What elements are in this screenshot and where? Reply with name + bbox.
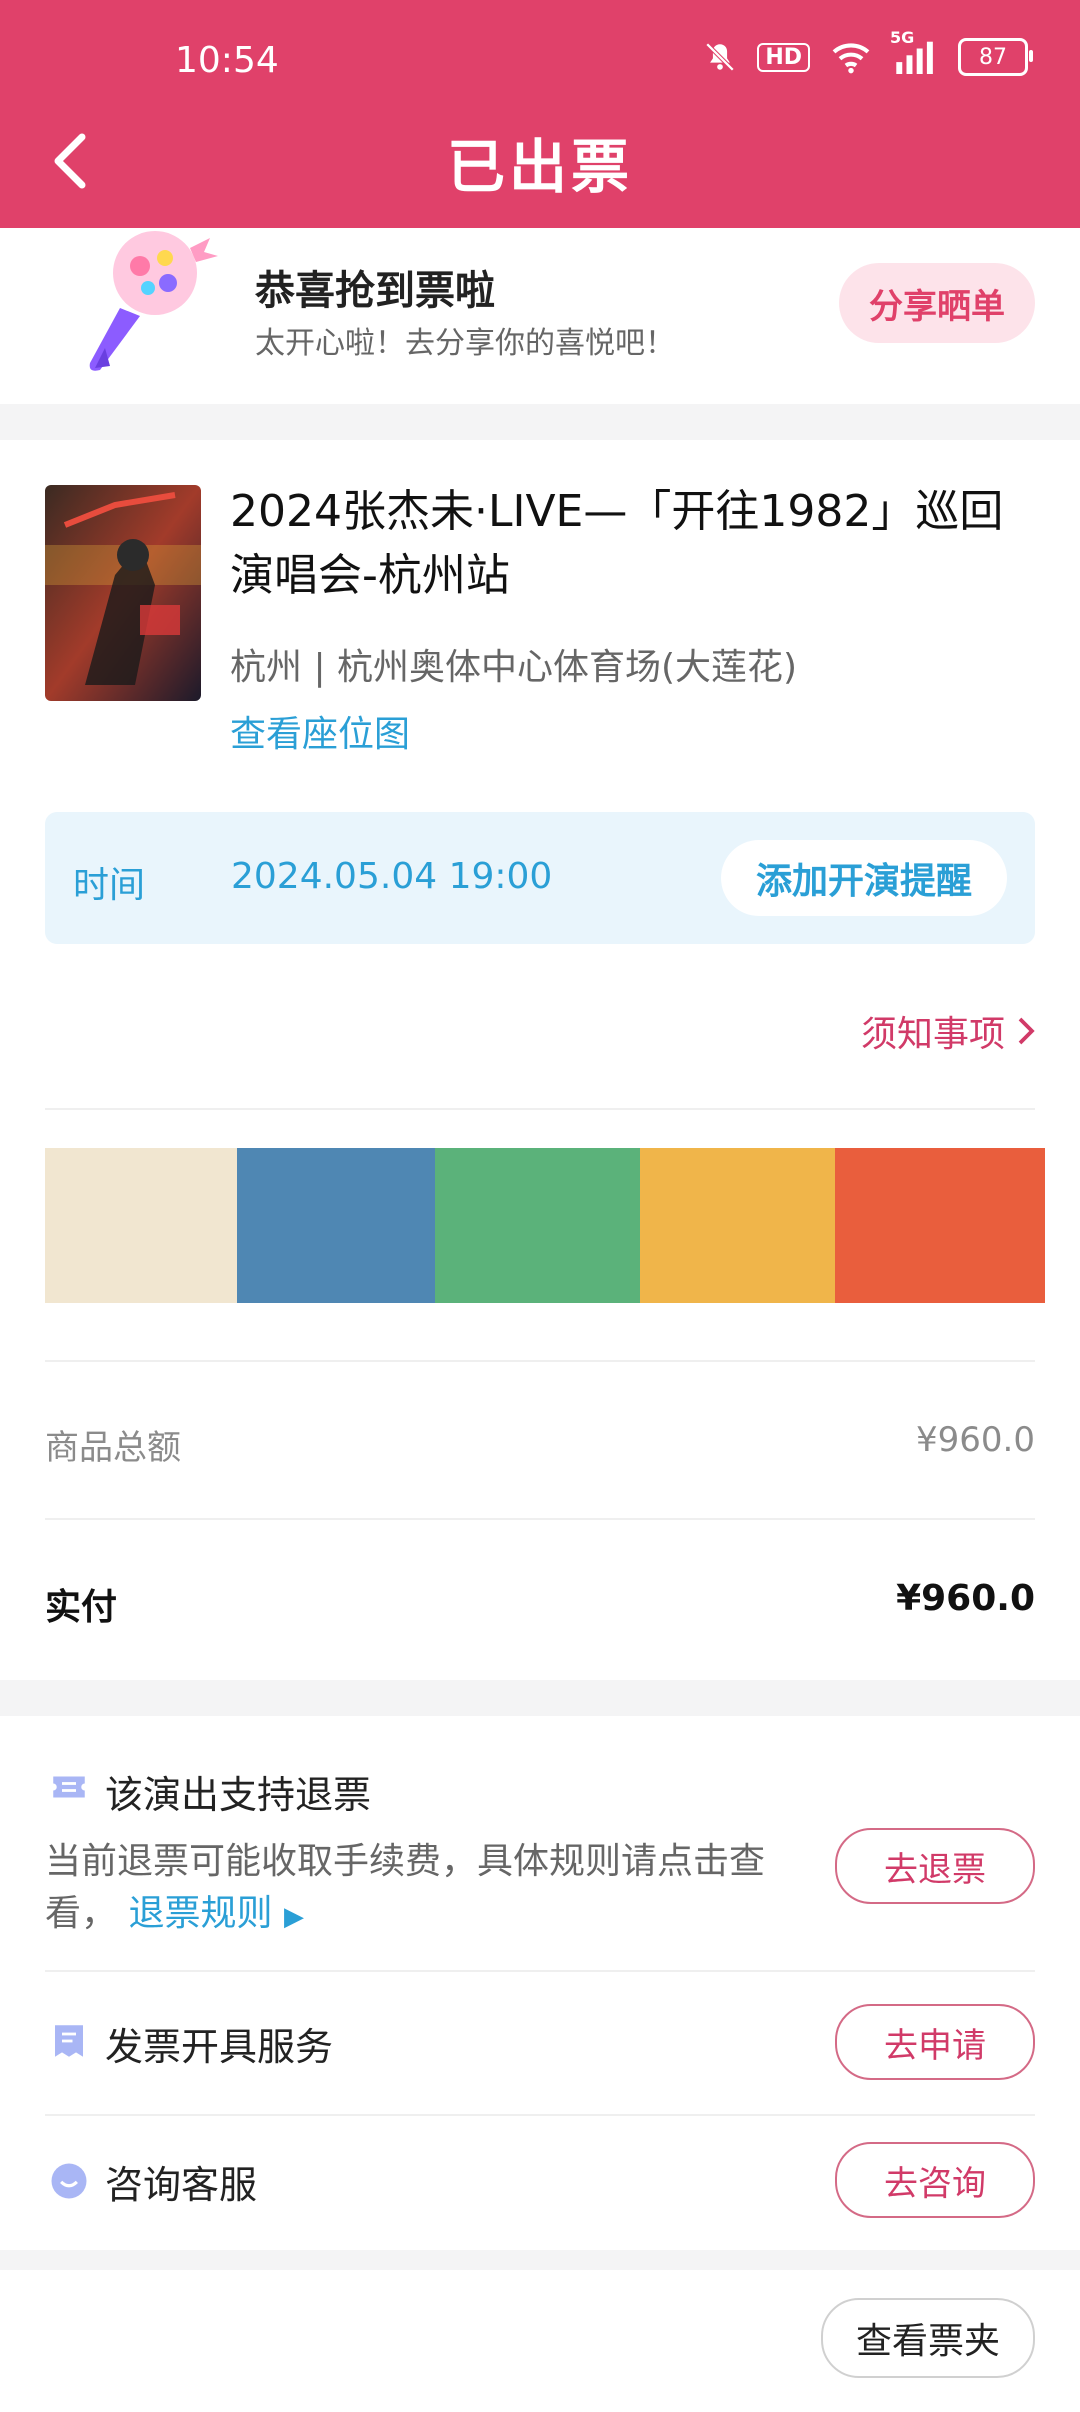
share-order-button[interactable]: 分享晒单: [839, 263, 1035, 343]
chevron-right-icon: [1018, 1017, 1035, 1045]
wifi-icon: [830, 40, 872, 74]
view-ticket-wallet-button[interactable]: 查看票夹: [821, 2298, 1035, 2378]
subtotal-label: 商品总额: [45, 1428, 181, 1468]
page-title: 已出票: [446, 133, 633, 201]
refund-button[interactable]: 去退票: [835, 1828, 1035, 1904]
hd-badge: HD: [757, 42, 810, 72]
add-reminder-button[interactable]: 添加开演提醒: [721, 840, 1007, 916]
show-poster[interactable]: [45, 485, 201, 701]
time-label: 时间: [73, 865, 146, 906]
divider: [45, 1360, 1035, 1362]
invoice-title: 发票开具服务: [105, 2025, 334, 2069]
color-block-yellow: [640, 1148, 835, 1303]
mute-bell-icon: [703, 40, 737, 74]
notice-link[interactable]: 须知事项: [861, 1005, 1035, 1057]
divider: [45, 1108, 1035, 1110]
divider: [45, 1970, 1035, 1972]
bottom-bar: 查看票夹: [0, 2270, 1080, 2412]
invoice-icon: [48, 2020, 90, 2062]
notice-label: 须知事项: [860, 1014, 1005, 1055]
congrats-banner: 恭喜抢到票啦 太开心啦！去分享你的喜悦吧！ 分享晒单: [0, 228, 1080, 404]
divider: [45, 1518, 1035, 1520]
color-block-red: [835, 1148, 1045, 1303]
top-bar: 10:54 HD 5G 87 已出票: [0, 0, 1080, 228]
invoice-apply-button[interactable]: 去申请: [835, 2004, 1035, 2080]
play-arrow-icon: ▶: [283, 1902, 304, 1932]
glowstick-illustration-icon: [60, 228, 220, 378]
signal-icon: 5G: [890, 28, 938, 74]
refund-rule-label: 退票规则: [128, 1893, 273, 1934]
paid-value: ¥960.0: [896, 1578, 1035, 1619]
battery-indicator: 87: [958, 38, 1033, 76]
support-title: 咨询客服: [105, 2163, 258, 2207]
refund-title: 该演出支持退票: [105, 1773, 372, 1817]
congrats-title: 恭喜抢到票啦: [255, 268, 495, 314]
show-time-box: 时间 2024.05.04 19:00 添加开演提醒: [45, 812, 1035, 944]
network-label: 5G: [890, 28, 915, 47]
customer-service-icon: [48, 2160, 90, 2202]
show-info-card: 2024张杰未·LIVE—「开往1982」巡回演唱会-杭州站 杭州 | 杭州奥体…: [0, 440, 1080, 1680]
subtotal-value: ¥960.0: [916, 1420, 1035, 1460]
ticket-color-strip: [45, 1148, 1045, 1303]
refund-rule-link[interactable]: 退票规则 ▶: [128, 1893, 303, 1934]
show-venue: 杭州 | 杭州奥体中心体育场(大莲花): [230, 647, 798, 688]
time-value: 2024.05.04 19:00: [231, 856, 553, 897]
show-title[interactable]: 2024张杰未·LIVE—「开往1982」巡回演唱会-杭州站: [230, 480, 1040, 608]
color-block-green: [435, 1148, 640, 1303]
congrats-subtitle: 太开心啦！去分享你的喜悦吧！: [255, 326, 675, 361]
paid-label: 实付: [45, 1587, 118, 1628]
status-icons: HD 5G 87: [703, 28, 1033, 76]
refund-description: 当前退票可能收取手续费，具体规则请点击查看， 退票规则 ▶: [45, 1836, 805, 1943]
services-card: 该演出支持退票 当前退票可能收取手续费，具体规则请点击查看， 退票规则 ▶ 去退…: [0, 1716, 1080, 2250]
divider: [45, 2114, 1035, 2116]
color-block-blue: [237, 1148, 435, 1303]
support-consult-button[interactable]: 去咨询: [835, 2142, 1035, 2218]
seat-map-link[interactable]: 查看座位图: [230, 705, 410, 757]
color-block-cream: [45, 1148, 237, 1303]
ticket-refund-icon: [48, 1766, 90, 1808]
status-time: 10:54: [175, 40, 279, 81]
